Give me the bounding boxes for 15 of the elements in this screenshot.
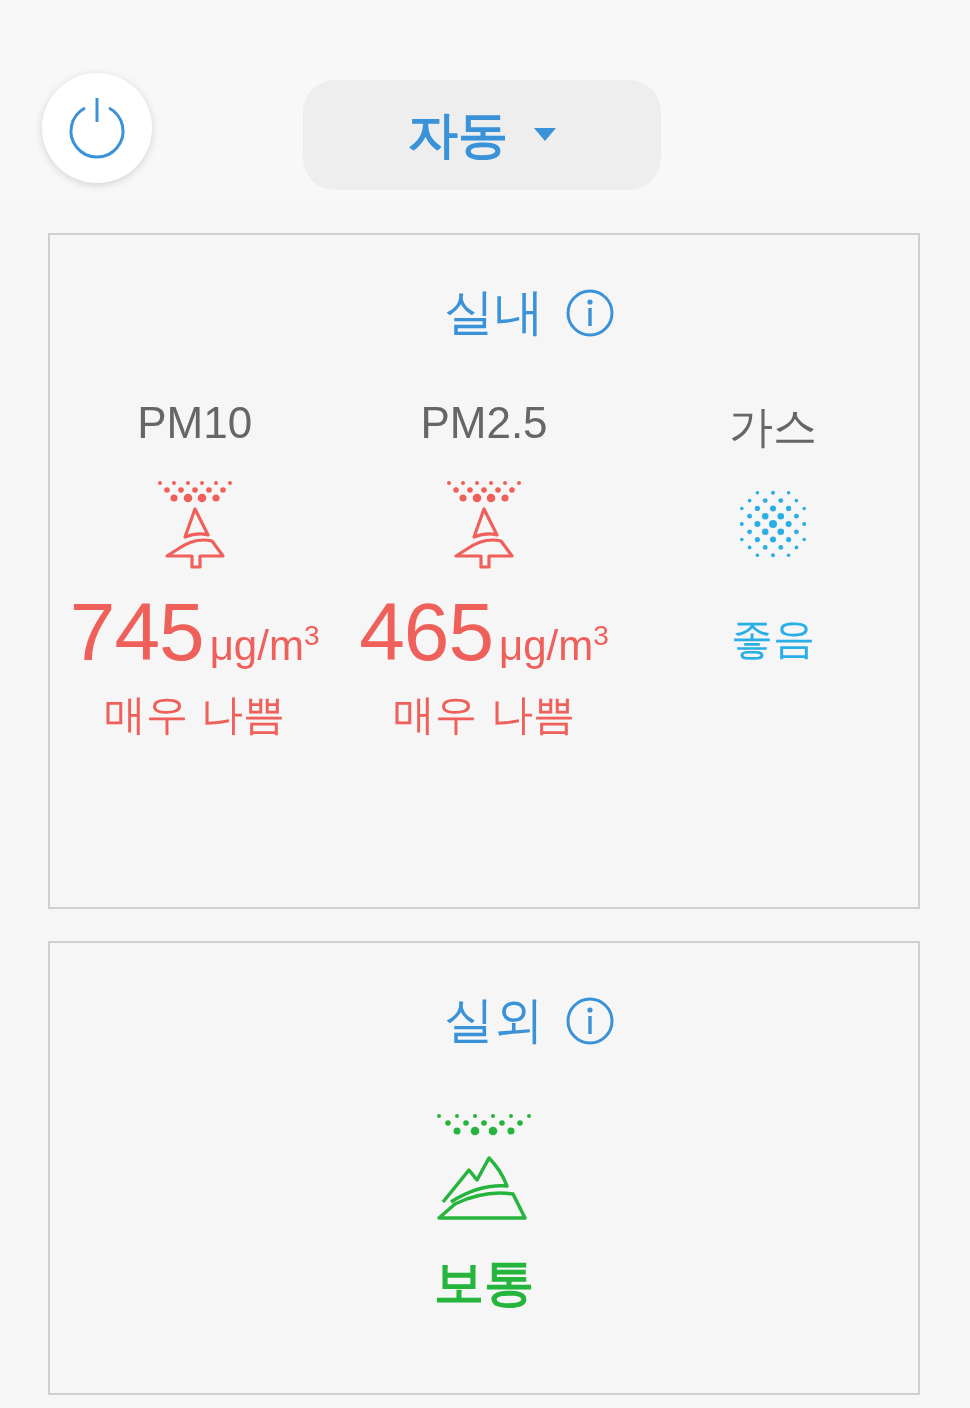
metric-label: PM10 — [137, 398, 253, 449]
info-icon[interactable] — [566, 996, 614, 1045]
air-quality-status: 매우 나쁨 — [393, 689, 575, 741]
metric-value: 465 μg/m$^{3}$ — [359, 591, 609, 673]
info-icon[interactable] — [566, 288, 614, 337]
metric-value: 745 μg/m$^{3}$ — [69, 591, 320, 673]
metric-label: PM2.5 — [420, 398, 548, 449]
air-quality-status: 좋음 — [731, 613, 816, 665]
section-title: 실내 — [444, 282, 544, 343]
metric-label: 가스 — [729, 401, 818, 450]
air-quality-status: 보통 — [434, 1253, 534, 1314]
mode-dropdown[interactable]: 자동 — [303, 80, 661, 190]
caret-icon — [534, 128, 556, 142]
air-quality-status: 매우 나쁨 — [104, 689, 286, 741]
section-title: 실외 — [444, 990, 544, 1051]
